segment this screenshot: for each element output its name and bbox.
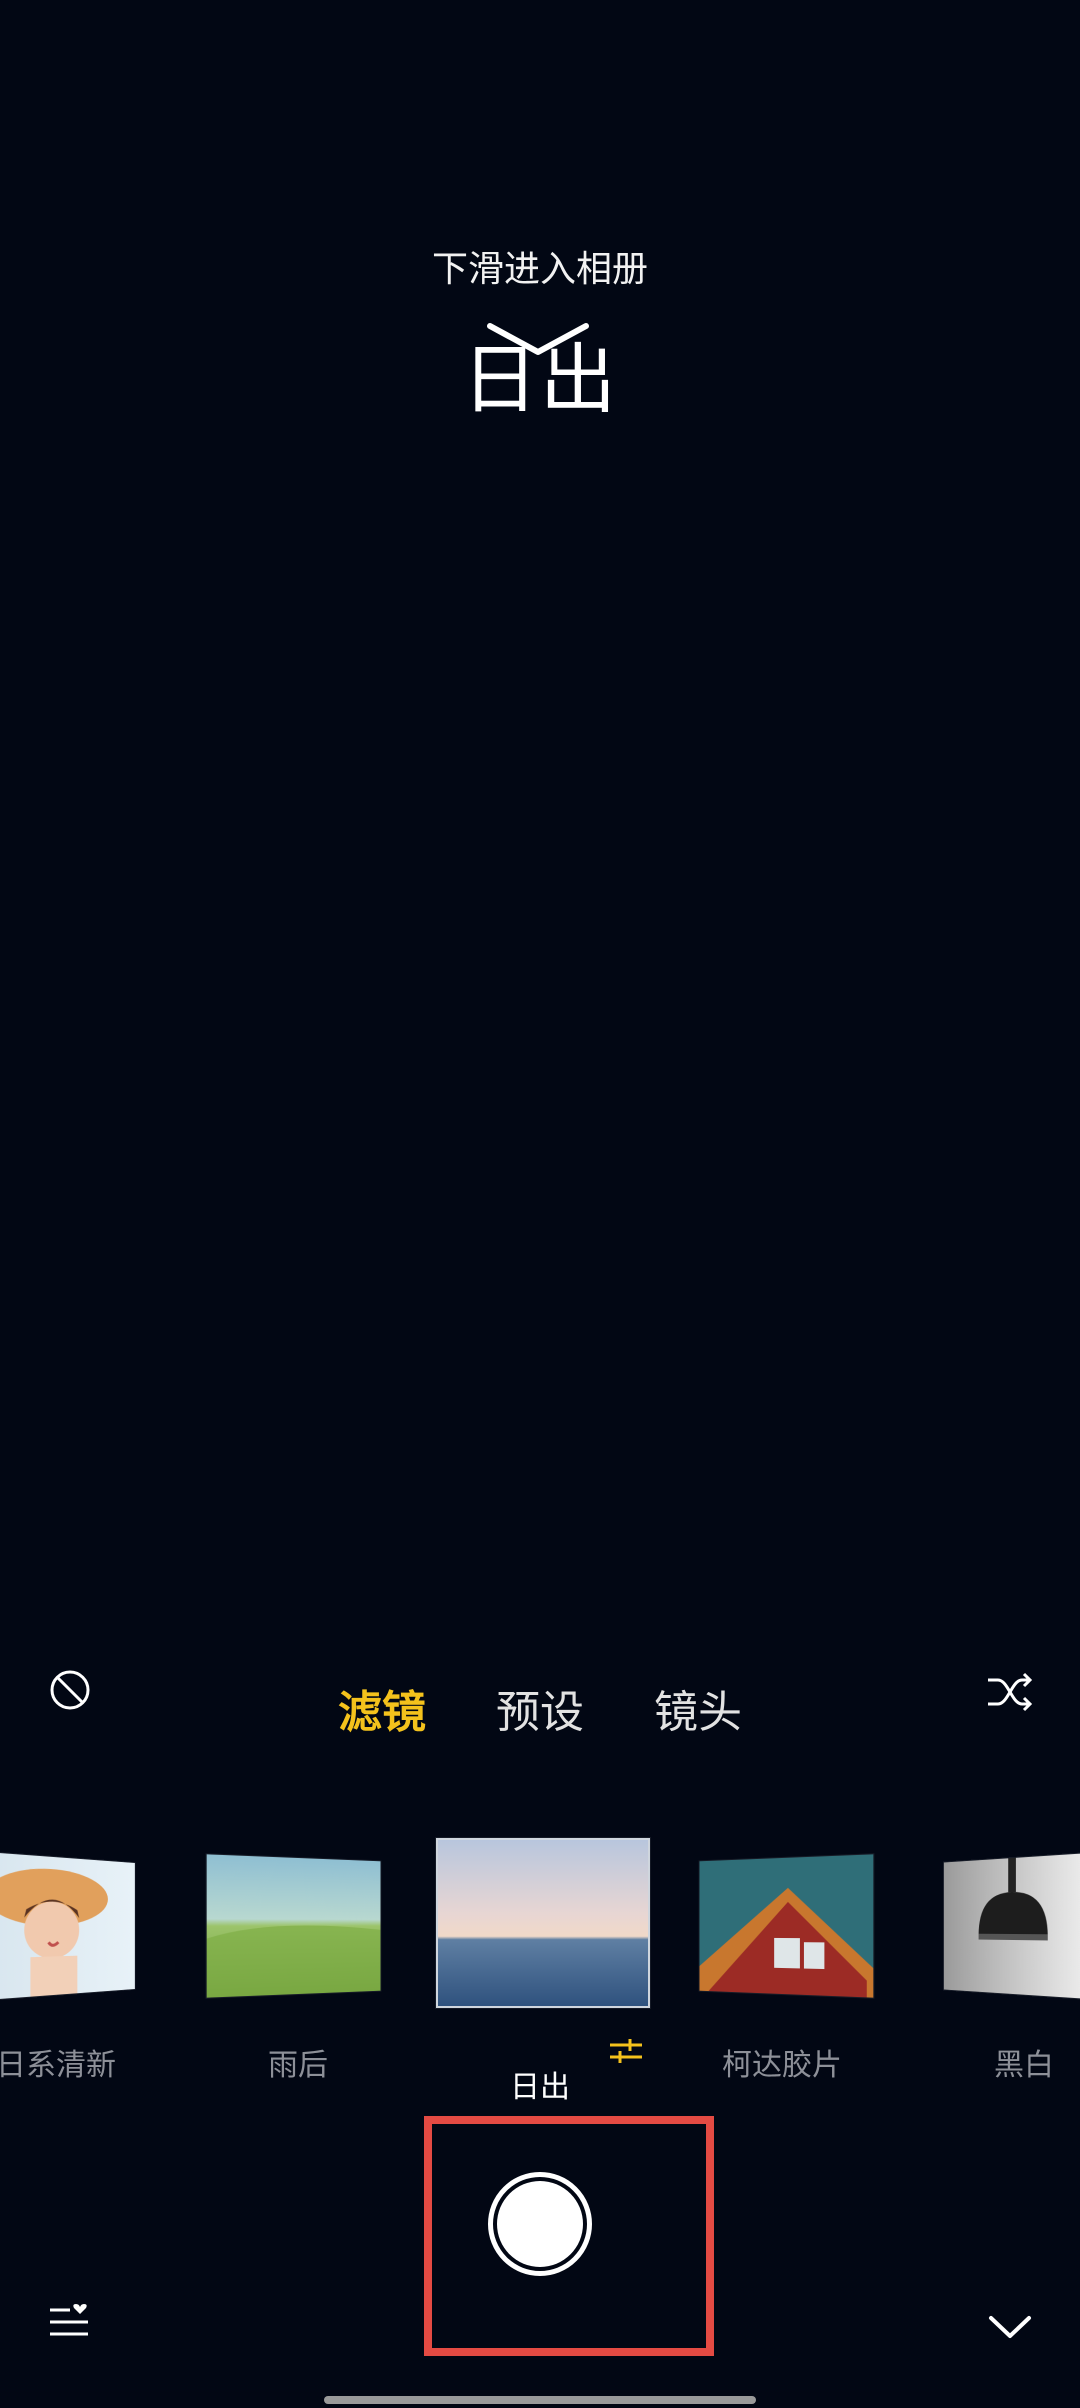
shutter-button[interactable] [488, 2172, 592, 2276]
filter-thumb-bw[interactable] [943, 1852, 1080, 2000]
filter-strip [0, 1838, 1080, 2038]
filter-label-fresh: 日系清新 [0, 2048, 116, 2083]
filter-thumb-sunrise[interactable] [436, 1838, 650, 2008]
filter-label-sunrise: 日出 [510, 2070, 570, 2105]
mode-tabs: 滤镜 预设 镜头 [0, 1676, 1080, 1740]
tab-filter[interactable]: 滤镜 [338, 1676, 426, 1740]
filter-thumb-kodak[interactable] [699, 1854, 874, 1998]
shutter-inner-circle [497, 2181, 583, 2267]
tab-lens[interactable]: 镜头 [654, 1676, 742, 1740]
favorite-list-icon[interactable] [48, 2302, 92, 2338]
filter-label-kodak: 柯达胶片 [722, 2048, 842, 2083]
home-indicator[interactable] [324, 2396, 756, 2404]
filter-label-after-rain: 雨后 [268, 2048, 328, 2083]
swipe-down-hint: 下滑进入相册 [431, 249, 648, 290]
camera-filter-screen: 下滑进入相册 日出 滤镜 预设 镜头 日系清新 雨后 柯达胶片 黑白 日出 [0, 0, 1080, 2408]
chevron-down-icon[interactable] [988, 2314, 1032, 2340]
filter-label-bw: 黑白 [994, 2048, 1054, 2083]
current-filter-title: 日出 [462, 335, 618, 424]
filter-thumb-fresh[interactable] [0, 1852, 135, 2000]
filter-thumb-after-rain[interactable] [206, 1854, 381, 1998]
shuffle-icon[interactable] [986, 1672, 1034, 1712]
tab-preset[interactable]: 预设 [496, 1676, 584, 1740]
